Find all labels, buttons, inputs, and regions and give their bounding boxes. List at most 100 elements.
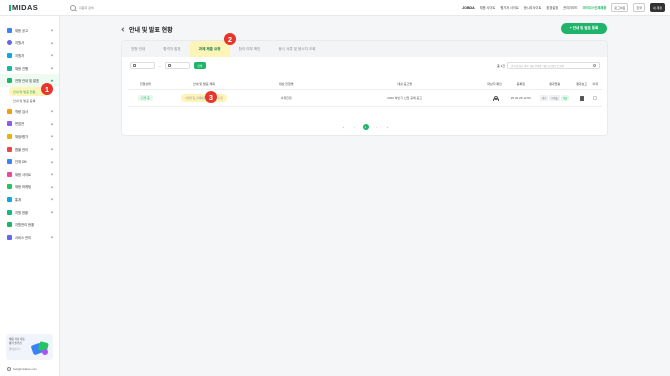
tab-assignment-request[interactable]: 과제 제출 요청 [189, 41, 230, 57]
logout-button[interactable]: 로그아웃 [611, 3, 629, 12]
end-date-input[interactable] [164, 62, 190, 69]
col-posting: 대상 공고명 [397, 81, 412, 86]
sidebar-item-label: 자원관리 현황 [15, 223, 35, 228]
result-submitted[interactable]: 제출 [560, 95, 570, 101]
report-document-icon[interactable] [579, 95, 584, 101]
sidebar-item-resource-status[interactable]: 자원관리 현황 [0, 218, 59, 231]
sidebar-item-applicants[interactable]: 지원자 [0, 49, 59, 62]
sidebar-item-competency-test[interactable]: 역량 검사 [0, 105, 59, 118]
applicant-icon [7, 52, 12, 58]
sidebar-item-label: 지원 현황 [15, 210, 29, 215]
sidebar-item-scoring[interactable]: 채점/평가 [0, 130, 59, 143]
sidebar-item-job-postings[interactable]: 채용 공고 [0, 24, 59, 37]
document-icon [7, 78, 12, 84]
table-row[interactable]: 진행 중 서류전형_과제제출(과제제출) 요청 서류전형 2026 하반기 신입… [128, 90, 602, 107]
step-marker-2: 2 [224, 33, 236, 45]
chevron-down-icon [50, 147, 54, 151]
chart-icon [7, 209, 12, 215]
history-icon[interactable] [593, 96, 598, 100]
chevron-down-icon [50, 54, 54, 57]
sidebar-item-label: 역량 검사 [15, 109, 29, 114]
col-report: 결과보고 [576, 81, 588, 86]
start-date-input[interactable] [130, 62, 155, 69]
chevron-down-icon [50, 122, 54, 126]
sidebar-item-interviewers[interactable]: 면접관 [0, 118, 59, 131]
sidebar-item-application-status[interactable]: 지원 현황 [0, 206, 59, 219]
tab-stage-guide[interactable]: 전형 안내 [122, 41, 154, 57]
account-button[interactable]: 내 계정 [649, 3, 665, 12]
step-marker-1: 1 [41, 83, 53, 95]
nav-jobda[interactable]: JOBDA [462, 6, 475, 10]
next-page-button[interactable]: › [374, 124, 380, 130]
result-unsubmitted[interactable]: 미제출 [549, 95, 560, 101]
funnel-icon [7, 196, 12, 202]
sidebar-item-recruit-progress[interactable]: 채용 진행 [0, 62, 59, 75]
search-icon [70, 4, 76, 11]
chevron-down-icon [50, 66, 54, 70]
logo-mark-icon [9, 4, 11, 11]
sidebar-item-service-admin[interactable]: 서비스 관리 [0, 231, 59, 244]
sidebar-item-statistics[interactable]: 통계 [0, 193, 59, 206]
chevron-down-icon [50, 172, 54, 176]
nav-recruit-site[interactable]: 채용 사이트 [480, 5, 496, 10]
lock-icon [7, 222, 12, 228]
date-filters: ~ 검색 [130, 62, 206, 69]
sidebar-item-label: 채용 진행 [15, 66, 29, 71]
nav-applicant-site[interactable]: 응시자사이트 [524, 5, 542, 10]
history-cell [588, 90, 602, 106]
col-stage: 대상 전형명 [278, 81, 294, 86]
page-number-current[interactable]: 1 [362, 124, 369, 130]
nav-admin-mode[interactable]: 관리자모드 [563, 5, 578, 10]
list-search-input[interactable]: 안내 및 발표 제목, 대상 전형명, 대상 공고명으로 검색 [507, 62, 600, 69]
tab-bar: 전형 안내 합격자 발표 과제 제출 요청 참석 여부 확인 응시 서류 및 응… [122, 41, 607, 57]
sidebar-subitem-guide-register[interactable]: 안내 및 발표 등록 [0, 96, 59, 105]
global-search[interactable] [70, 3, 210, 13]
result-waiting[interactable]: 대기 [539, 95, 549, 101]
nav-company-link[interactable]: 마이다스인재채용 [583, 5, 606, 10]
promo-banner[interactable]: 채용 기술 자동 평가 솔루션 알아보기 > [6, 334, 53, 360]
grid-icon [7, 234, 12, 240]
search-button[interactable]: 검색 [193, 62, 206, 69]
nav-settings[interactable]: 환경설정 [546, 5, 558, 10]
sidebar-item-marketing[interactable]: 채용 마케팅 [0, 181, 59, 194]
language-button[interactable]: 한국 [633, 3, 645, 12]
user-icon[interactable] [492, 95, 499, 101]
tab-attendance-check[interactable]: 참석 여부 확인 [230, 41, 270, 57]
announcement-title-link[interactable]: 서류전형_과제제출(과제제출) 요청 [181, 94, 227, 102]
pass-fail-icon [7, 146, 12, 152]
support-email: help@midasin.com [13, 367, 37, 371]
sidebar-item-label: 채점/평가 [15, 134, 29, 139]
prev-page-button[interactable]: ‹ [352, 124, 358, 130]
global-search-input[interactable] [79, 5, 199, 10]
col-results: 결과현황 [549, 81, 561, 86]
tab-pass-announce[interactable]: 합격자 발표 [154, 41, 190, 57]
last-page-button[interactable]: » [385, 124, 391, 130]
sidebar-item-recruit-site[interactable]: 채용 사이트 [0, 168, 59, 181]
sidebar-item-application-forms[interactable]: 지원서 [0, 37, 59, 50]
sidebar-item-label: 면접관 [15, 122, 25, 127]
sidebar-item-label: 채용 마케팅 [15, 185, 32, 190]
tab-document-lookup[interactable]: 응시 서류 및 응시자 조회 [269, 41, 324, 57]
sidebar-item-label: 서비스 관리 [15, 235, 32, 240]
folder-icon [7, 65, 12, 71]
add-announcement-button[interactable]: + 안내 및 발표 등록 [561, 23, 607, 34]
calendar-icon [167, 64, 171, 67]
page-title: 안내 및 발표 현황 [121, 25, 173, 34]
sidebar-footer[interactable]: help@midasin.com [7, 367, 37, 371]
chevron-down-icon [50, 160, 54, 164]
search-icon[interactable] [593, 64, 596, 67]
top-nav: JOBDA 채용 사이트 평가자 사이트 응시자사이트 환경설정 관리자모드 마… [462, 3, 670, 12]
nav-evaluator-site[interactable]: 평가자 사이트 [500, 5, 518, 10]
rocket-icon [7, 171, 12, 177]
sidebar-item-pass-fail[interactable]: 합불 관리 [0, 143, 59, 156]
sidebar-item-talent-db[interactable]: 인재 DB [0, 155, 59, 168]
date-separator: ~ [159, 63, 161, 68]
logo[interactable]: MIDAS [0, 3, 60, 12]
first-page-button[interactable]: « [341, 124, 347, 130]
sidebar-item-label: 인재 DB [15, 160, 27, 165]
sidebar-item-label: 지원자 [15, 53, 25, 58]
content-card: 전형 안내 합격자 발표 과제 제출 요청 참석 여부 확인 응시 서류 및 응… [121, 40, 608, 136]
app-window: MIDAS JOBDA 채용 사이트 평가자 사이트 응시자사이트 환경설정 관… [0, 0, 670, 376]
back-arrow-icon[interactable] [121, 27, 126, 32]
table-header: 전형상태 안내 및 발표 제목 대상 전형명 대상 공고명 대상자 확인 등록일… [128, 78, 602, 90]
